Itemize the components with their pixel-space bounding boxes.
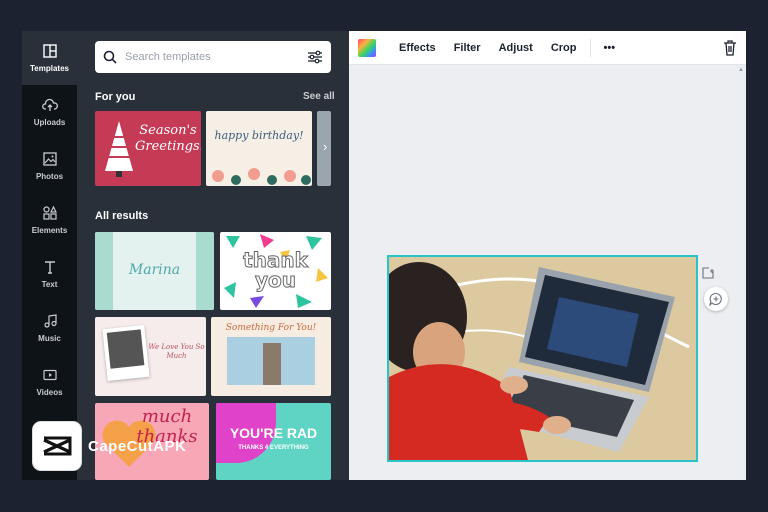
template-text: Something For You! [225, 323, 317, 333]
editor-toolbar: Effects Filter Adjust Crop ••• [349, 31, 746, 65]
building-photo [227, 337, 315, 385]
template-text: YOU'RE RAD [229, 425, 318, 441]
template-text: happy birthday! [214, 129, 304, 142]
sidebar-item-label: Music [38, 334, 61, 343]
app-window: Templates Uploads Photos Elements Text M… [22, 31, 746, 480]
chevron-right-icon[interactable]: › [323, 139, 327, 154]
effects-button[interactable]: Effects [390, 42, 445, 54]
template-thank-you[interactable]: thank you [220, 232, 331, 310]
template-subtext: THANKS 4 EVERYTHING [238, 445, 309, 451]
template-text: We Love You So Much [148, 343, 205, 360]
video-play-icon [42, 369, 57, 381]
search-placeholder: Search templates [125, 51, 211, 63]
trash-icon[interactable] [723, 40, 737, 56]
template-happy-birthday[interactable]: happy birthday! [206, 111, 312, 186]
shapes-icon [42, 205, 57, 220]
template-text: Season's Greetings! [135, 123, 201, 154]
scroll-up-arrow[interactable]: ▲ [738, 67, 744, 73]
divider [589, 38, 591, 57]
section-title-for-you: For you [95, 91, 136, 103]
template-love-you[interactable]: We Love You So Much [95, 317, 206, 396]
capcut-logo [32, 421, 82, 471]
text-t-icon [44, 261, 55, 274]
template-seasons-greetings[interactable]: Season's Greetings! [95, 111, 201, 186]
templates-panel: Search templates For you See all Season'… [77, 31, 349, 480]
template-marina[interactable]: Marina [95, 232, 214, 310]
polaroid-photo [102, 324, 150, 382]
adjust-button[interactable]: Adjust [490, 42, 542, 54]
template-text: Marina [128, 262, 181, 278]
sidebar-item-photos[interactable]: Photos [22, 139, 77, 193]
see-all-link[interactable]: See all [303, 91, 335, 102]
crop-button[interactable]: Crop [542, 42, 586, 54]
music-note-icon [43, 314, 57, 328]
sidebar-rail: Templates Uploads Photos Elements Text M… [22, 31, 77, 480]
sidebar-item-label: Templates [30, 64, 69, 73]
person-laptop-illustration [389, 257, 696, 460]
comment-plus-icon [709, 292, 722, 306]
search-input[interactable]: Search templates [95, 41, 331, 73]
more-options-button[interactable]: ••• [595, 42, 625, 54]
filter-sliders-icon[interactable] [307, 50, 323, 64]
sidebar-item-label: Videos [36, 388, 63, 397]
sidebar-item-elements[interactable]: Elements [22, 193, 77, 247]
sidebar-item-label: Uploads [33, 118, 66, 127]
design-canvas[interactable]: ▲ [349, 65, 746, 480]
watermark-text: CapeCutAPK [88, 437, 187, 455]
sidebar-item-videos[interactable]: Videos [22, 355, 77, 409]
sidebar-item-label: Text [41, 280, 58, 289]
image-icon [42, 152, 57, 166]
add-page-icon[interactable] [702, 267, 714, 279]
color-picker-button[interactable] [358, 38, 376, 57]
section-title-all-results: All results [95, 210, 149, 222]
sidebar-item-label: Photos [35, 172, 64, 181]
floral-decoration-icon [212, 168, 311, 185]
filter-button[interactable]: Filter [445, 42, 490, 54]
templates-icon [42, 44, 57, 58]
sidebar-item-uploads[interactable]: Uploads [22, 85, 77, 139]
sidebar-item-label: Elements [31, 226, 68, 235]
christmas-tree-icon [105, 121, 133, 177]
selected-photo-laptop[interactable] [387, 255, 698, 462]
sidebar-item-text[interactable]: Text [22, 247, 77, 301]
capcut-logo-icon [43, 436, 72, 456]
comment-button[interactable] [704, 287, 728, 311]
polaroid-image [106, 329, 145, 369]
building-shape [263, 343, 281, 385]
sidebar-item-music[interactable]: Music [22, 301, 77, 355]
template-youre-rad[interactable]: YOU'RE RAD THANKS 4 EVERYTHING [216, 403, 331, 480]
sidebar-item-templates[interactable]: Templates [22, 31, 77, 85]
template-text: thank you [243, 248, 309, 292]
upload-cloud-icon [41, 98, 58, 111]
watermark: CapeCutAPK [32, 421, 186, 471]
search-icon [103, 50, 117, 64]
template-something-for-you[interactable]: Something For You! [211, 317, 331, 396]
